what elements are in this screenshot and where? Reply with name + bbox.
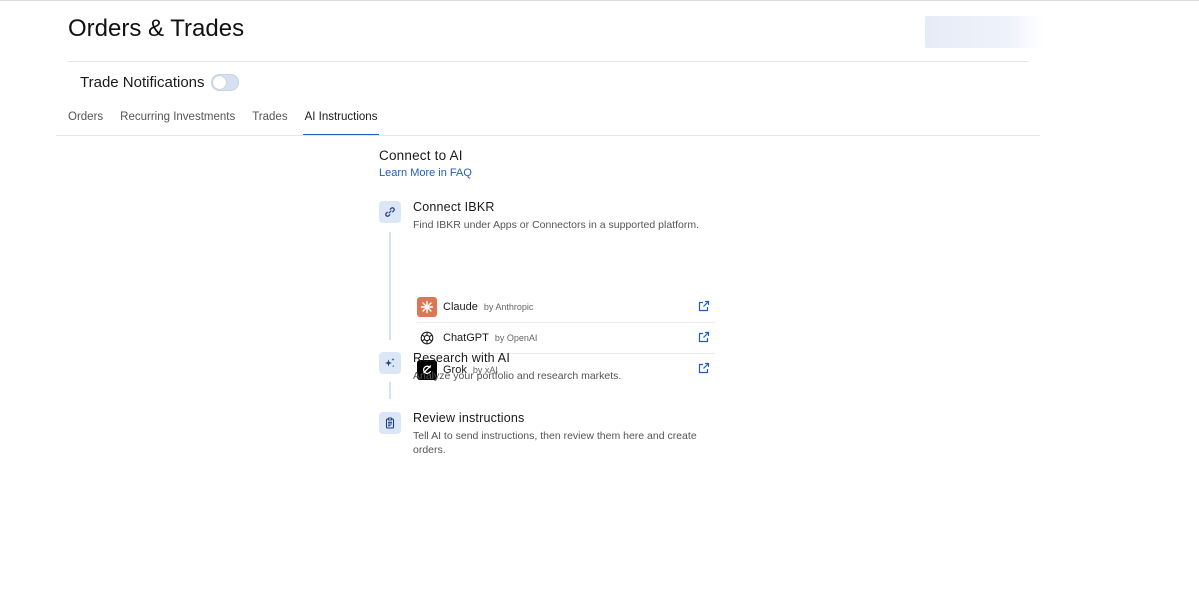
tab-trades[interactable]: Trades (252, 109, 287, 136)
step-research-with-ai: Research with AI Analyze your portfolio … (379, 351, 719, 392)
timeline-connector (389, 232, 391, 340)
step-description: Find IBKR under Apps or Connectors in a … (413, 219, 699, 231)
connect-to-ai-title: Connect to AI (379, 148, 463, 163)
learn-more-faq-link[interactable]: Learn More in FAQ (379, 167, 472, 179)
tabs-divider (56, 135, 1040, 136)
clipboard-icon (379, 412, 401, 434)
top-border (0, 0, 1199, 1)
step-title: Review instructions (413, 411, 525, 425)
toggle-knob (212, 75, 226, 89)
platform-vendor: by OpenAI (494, 333, 538, 343)
platform-row-claude[interactable]: Claude by Anthropic (417, 292, 715, 323)
ai-instructions-panel: Connect to AI Learn More in FAQ Connect … (379, 148, 719, 456)
external-link-icon[interactable] (697, 299, 711, 313)
step-description: Tell AI to send instructions, then revie… (413, 430, 697, 456)
claude-logo-icon (417, 297, 437, 317)
trade-notifications-label: Trade Notifications (80, 73, 205, 91)
page-title: Orders & Trades (68, 15, 245, 42)
account-selector-placeholder[interactable] (925, 16, 1043, 48)
platform-name: ChatGPT (443, 332, 489, 344)
trade-notifications-toggle[interactable] (210, 73, 239, 91)
tab-recurring-investments[interactable]: Recurring Investments (120, 109, 235, 136)
timeline-connector (389, 382, 391, 399)
link-icon (379, 201, 401, 223)
tab-ai-instructions[interactable]: AI Instructions (302, 109, 380, 136)
trade-notifications-row: Trade Notifications (80, 71, 239, 93)
step-title: Research with AI (413, 351, 510, 365)
platform-row-chatgpt[interactable]: ChatGPT by OpenAI (417, 323, 715, 354)
platform-vendor: by Anthropic (483, 302, 534, 312)
step-title: Connect IBKR (413, 200, 495, 214)
platform-name: Claude (443, 301, 478, 313)
openai-logo-icon (417, 328, 437, 348)
header-divider (68, 61, 1028, 62)
tab-bar: Orders Recurring Investments Trades AI I… (68, 109, 394, 136)
step-connect-ibkr: Connect IBKR Find IBKR under Apps or Con… (379, 200, 719, 380)
tab-orders[interactable]: Orders (68, 109, 103, 136)
sparkles-icon (379, 352, 401, 374)
step-description: Analyze your portfolio and research mark… (413, 370, 622, 382)
step-review-instructions: Review instructions Tell AI to send inst… (379, 411, 719, 462)
external-link-icon[interactable] (697, 330, 711, 344)
